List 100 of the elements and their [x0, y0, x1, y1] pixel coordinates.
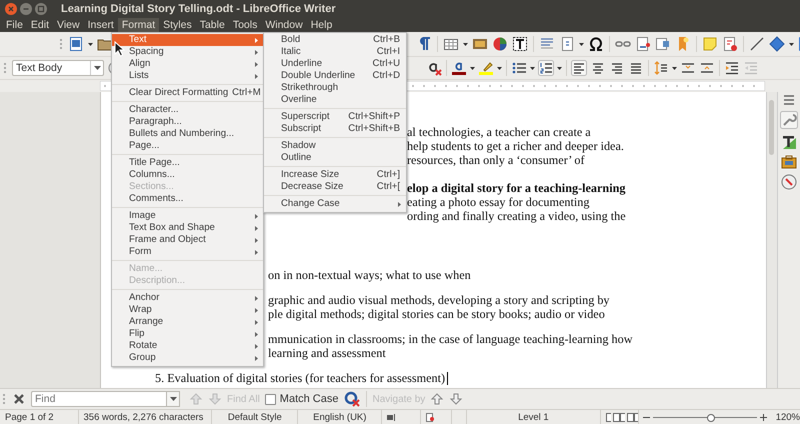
- menu-item[interactable]: Title Page...: [112, 157, 263, 169]
- down-arrow-icon[interactable]: [449, 392, 464, 406]
- paragraph-style-field[interactable]: Text Body: [12, 60, 104, 76]
- menu-item[interactable]: Paragraph...: [112, 116, 263, 128]
- menu-item[interactable]: Strikethrough: [264, 82, 406, 94]
- find-replace-icon[interactable]: [344, 391, 360, 407]
- compass-icon[interactable]: [781, 174, 797, 190]
- menu-item[interactable]: Clear Direct Formatting Ctrl+M: [112, 87, 263, 99]
- menu-bar-item[interactable]: Table: [196, 18, 229, 32]
- menu-item[interactable]: Bullets and Numbering...: [112, 128, 263, 140]
- caret-icon[interactable]: [557, 66, 562, 70]
- menu-item[interactable]: Overline: [264, 94, 406, 106]
- menu-bar-item[interactable]: Insert: [84, 18, 118, 32]
- menu-bar-item[interactable]: Format: [118, 18, 160, 32]
- bullet-list-icon[interactable]: [511, 60, 527, 76]
- match-case-checkbox[interactable]: Match Case: [264, 393, 338, 405]
- diamond-icon[interactable]: [769, 36, 785, 52]
- menu-bar-item[interactable]: View: [53, 18, 84, 32]
- find-field[interactable]: Find: [31, 391, 167, 407]
- zoom-in-icon[interactable]: [760, 414, 767, 420]
- menu-bar-item[interactable]: Edit: [26, 18, 54, 32]
- zoom-value[interactable]: 120%: [770, 410, 800, 424]
- font-color-icon[interactable]: [451, 60, 467, 76]
- menu-item[interactable]: Subscript Ctrl+Shift+B: [264, 123, 406, 135]
- menu-icon[interactable]: [782, 94, 796, 106]
- pie-chart-icon[interactable]: [492, 36, 508, 52]
- new-document-icon[interactable]: [68, 36, 84, 52]
- caret-icon[interactable]: [579, 42, 584, 46]
- up-arrow-icon[interactable]: [430, 392, 444, 406]
- menu-item[interactable]: Anchor: [112, 292, 263, 304]
- caret-icon[interactable]: [170, 397, 176, 401]
- menu-item[interactable]: Text Box and Shape: [112, 222, 263, 234]
- menu-item[interactable]: Outline: [264, 152, 406, 164]
- highlighter-icon[interactable]: [478, 60, 494, 76]
- menu-item[interactable]: Form: [112, 246, 263, 258]
- close-icon[interactable]: [12, 392, 26, 406]
- menu-bar-item[interactable]: Window: [261, 18, 307, 32]
- line-icon[interactable]: [749, 36, 765, 52]
- menu-item[interactable]: Group: [112, 352, 263, 364]
- caret-icon[interactable]: [530, 66, 535, 70]
- insert-mode-icon: [387, 414, 396, 420]
- track-changes-icon[interactable]: [722, 36, 738, 52]
- vertical-scrollbar[interactable]: [766, 92, 777, 388]
- caret-icon[interactable]: [94, 66, 100, 70]
- menu-item[interactable]: Decrease Size Ctrl+[: [264, 181, 406, 193]
- line-spacing-icon[interactable]: [653, 60, 669, 76]
- menu-item[interactable]: Character...: [112, 104, 263, 116]
- indent-icon[interactable]: [724, 60, 740, 76]
- single-page-view-icon[interactable]: [606, 412, 612, 422]
- menu-item[interactable]: Bold Ctrl+B: [264, 34, 406, 46]
- image-icon[interactable]: [472, 36, 488, 52]
- menu-item[interactable]: Page...: [112, 140, 263, 152]
- caret-icon[interactable]: [470, 66, 475, 70]
- menu-item[interactable]: Columns...: [112, 169, 263, 181]
- menu-item[interactable]: Image: [112, 210, 263, 222]
- menu-item[interactable]: Arrange: [112, 316, 263, 328]
- document-modified-icon: [426, 412, 434, 422]
- menu-bar-item[interactable]: Styles: [159, 18, 196, 32]
- wrench-icon[interactable]: [780, 111, 798, 129]
- menu-bar-item[interactable]: Tools: [228, 18, 262, 32]
- menu-item[interactable]: Italic Ctrl+I: [264, 46, 406, 58]
- maximize-window-icon[interactable]: [35, 2, 47, 14]
- menu-item[interactable]: Rotate: [112, 340, 263, 352]
- menu-item[interactable]: Flip: [112, 328, 263, 340]
- menu-item[interactable]: Comments...: [112, 193, 263, 205]
- caret-icon[interactable]: [672, 66, 677, 70]
- minimize-window-icon[interactable]: [20, 2, 32, 14]
- submenu-arrow-icon: [255, 356, 258, 361]
- caret-icon[interactable]: [463, 42, 468, 46]
- numbered-list-icon[interactable]: [538, 60, 554, 76]
- multi-page-view-icon[interactable]: [613, 412, 624, 422]
- caret-icon[interactable]: [88, 42, 93, 46]
- menu-item[interactable]: Increase Size Ctrl+]: [264, 169, 406, 181]
- menu-bar-item[interactable]: Help: [306, 18, 336, 32]
- menu-item[interactable]: Underline Ctrl+U: [264, 58, 406, 70]
- page-number-icon[interactable]: [559, 36, 575, 52]
- footnote-icon[interactable]: [635, 36, 651, 52]
- text-box-icon[interactable]: [512, 36, 528, 52]
- zoom-slider[interactable]: [652, 412, 757, 422]
- menu-item[interactable]: Change Case: [264, 198, 406, 210]
- menu-item[interactable]: Frame and Object: [112, 234, 263, 246]
- align-left-icon[interactable]: [571, 60, 587, 76]
- menu-item[interactable]: Lists: [112, 70, 263, 82]
- menu-item[interactable]: Align: [112, 58, 263, 70]
- menu-item[interactable]: Superscript Ctrl+Shift+P: [264, 111, 406, 123]
- clear-formatting-icon[interactable]: [426, 60, 442, 76]
- menu-item[interactable]: Wrap: [112, 304, 263, 316]
- menu-bar-item[interactable]: File: [2, 18, 27, 32]
- omega-icon[interactable]: [588, 36, 604, 52]
- menu-item[interactable]: Spacing: [112, 46, 263, 58]
- caret-icon[interactable]: [789, 42, 794, 46]
- menu-item[interactable]: Shadow: [264, 140, 406, 152]
- menu-item[interactable]: Double Underline Ctrl+D: [264, 70, 406, 82]
- caret-icon[interactable]: [497, 66, 502, 70]
- table-icon[interactable]: [443, 36, 459, 52]
- styles-icon[interactable]: [781, 134, 797, 150]
- book-view-icon[interactable]: [626, 412, 638, 422]
- gallery-icon[interactable]: [781, 155, 797, 169]
- close-window-icon[interactable]: [5, 2, 17, 14]
- cross-reference-icon[interactable]: [655, 36, 671, 52]
